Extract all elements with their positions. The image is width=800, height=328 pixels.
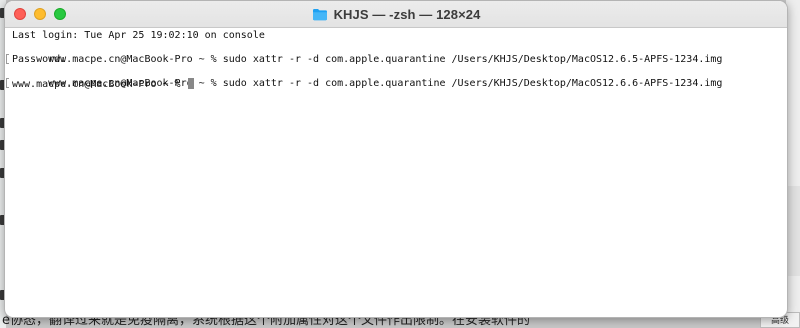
terminal-line-wrapper: www.macpe.cn@MacBook-Pro ~ % sudo xattr …: [6, 66, 787, 89]
terminal-cursor: [187, 78, 194, 89]
folder-icon: [312, 8, 327, 20]
background-right-strip: [786, 0, 800, 328]
command-mark-right: [787, 78, 788, 88]
window-title: KHJS — -zsh — 128×24: [333, 6, 481, 22]
terminal-prompt: www.macpe.cn@MacBook-Pro ~ %: [12, 79, 187, 90]
terminal-prompt-line: www.macpe.cn@MacBook-Pro ~ %: [12, 78, 787, 90]
window-titlebar[interactable]: KHJS — -zsh — 128×24: [5, 1, 787, 28]
terminal-line: Last login: Tue Apr 25 19:02:10 on conso…: [12, 30, 265, 41]
command-mark-right: [787, 54, 788, 64]
terminal-window[interactable]: KHJS — -zsh — 128×24 Last login: Tue Apr…: [4, 0, 788, 318]
window-title-group: KHJS — -zsh — 128×24: [5, 1, 787, 27]
command-mark-left: [6, 54, 9, 64]
terminal-line: Password:: [12, 54, 67, 65]
command-mark-left: [6, 78, 9, 88]
terminal-content[interactable]: Last login: Tue Apr 25 19:02:10 on conso…: [5, 28, 787, 317]
terminal-line-wrapper: www.macpe.cn@MacBook-Pro ~ % sudo xattr …: [6, 42, 787, 65]
